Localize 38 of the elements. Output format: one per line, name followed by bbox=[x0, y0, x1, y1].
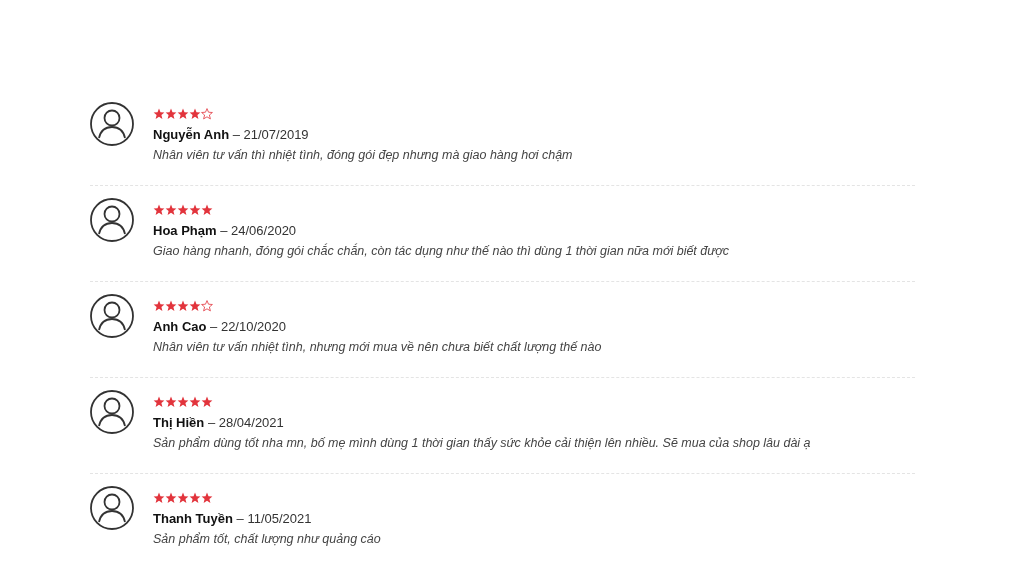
filled-star-icon bbox=[201, 396, 213, 408]
filled-star-icon bbox=[189, 492, 201, 504]
filled-star-icon bbox=[201, 492, 213, 504]
review-text: Nhân viên tư vấn thì nhiệt tình, đóng gói đẹp nhưng mà giao hàng hơi chậm bbox=[153, 147, 573, 163]
filled-star-icon bbox=[189, 204, 201, 216]
filled-star-icon bbox=[153, 396, 165, 408]
filled-star-icon bbox=[189, 300, 201, 312]
filled-star-icon bbox=[165, 108, 177, 120]
filled-star-icon bbox=[165, 492, 177, 504]
filled-star-icon bbox=[177, 492, 189, 504]
user-avatar-icon bbox=[90, 198, 134, 242]
reviewer-name-date: Thanh Tuyền – 11/05/2021 bbox=[153, 511, 313, 527]
filled-star-icon bbox=[177, 108, 189, 120]
filled-star-icon bbox=[153, 108, 165, 120]
user-avatar-icon bbox=[90, 102, 134, 146]
filled-star-icon bbox=[153, 300, 165, 312]
filled-star-icon bbox=[177, 204, 189, 216]
filled-star-icon bbox=[165, 396, 177, 408]
reviewer-name-date: Nguyễn Anh – 21/07/2019 bbox=[153, 127, 310, 143]
review-text: Sản phẩm dùng tốt nha mn, bố mẹ mình dùng 1 thời gian thấy sức khỏe cải thiện lên nhiều. Sẽ mua của shop lâu dài ạ bbox=[153, 435, 811, 451]
user-avatar-icon bbox=[90, 486, 134, 530]
filled-star-icon bbox=[165, 300, 177, 312]
filled-star-icon bbox=[177, 396, 189, 408]
filled-star-icon bbox=[153, 492, 165, 504]
review-text: Sản phẩm tốt, chất lượng như quảng cáo bbox=[153, 531, 381, 547]
user-avatar-icon bbox=[90, 294, 134, 338]
review-text: Giao hàng nhanh, đóng gói chắc chắn, còn tác dụng như thế nào thì dùng 1 thời gian nữa mới biết được bbox=[153, 243, 729, 259]
reviewer-name-date: Hoa Phạm – 24/06/2020 bbox=[153, 223, 298, 239]
filled-star-icon bbox=[153, 204, 165, 216]
reviewer-name-date: Thị Hiền – 28/04/2021 bbox=[153, 415, 285, 431]
filled-star-icon bbox=[177, 300, 189, 312]
filled-star-icon bbox=[189, 396, 201, 408]
reviewer-name-date: Anh Cao – 22/10/2020 bbox=[153, 319, 287, 335]
user-avatar-icon bbox=[90, 390, 134, 434]
filled-star-icon bbox=[189, 108, 201, 120]
review-text: Nhân viên tư vấn nhiệt tình, nhưng mới mua về nên chưa biết chất lượng thế nào bbox=[153, 339, 602, 355]
filled-star-icon bbox=[201, 204, 213, 216]
filled-star-icon bbox=[165, 204, 177, 216]
